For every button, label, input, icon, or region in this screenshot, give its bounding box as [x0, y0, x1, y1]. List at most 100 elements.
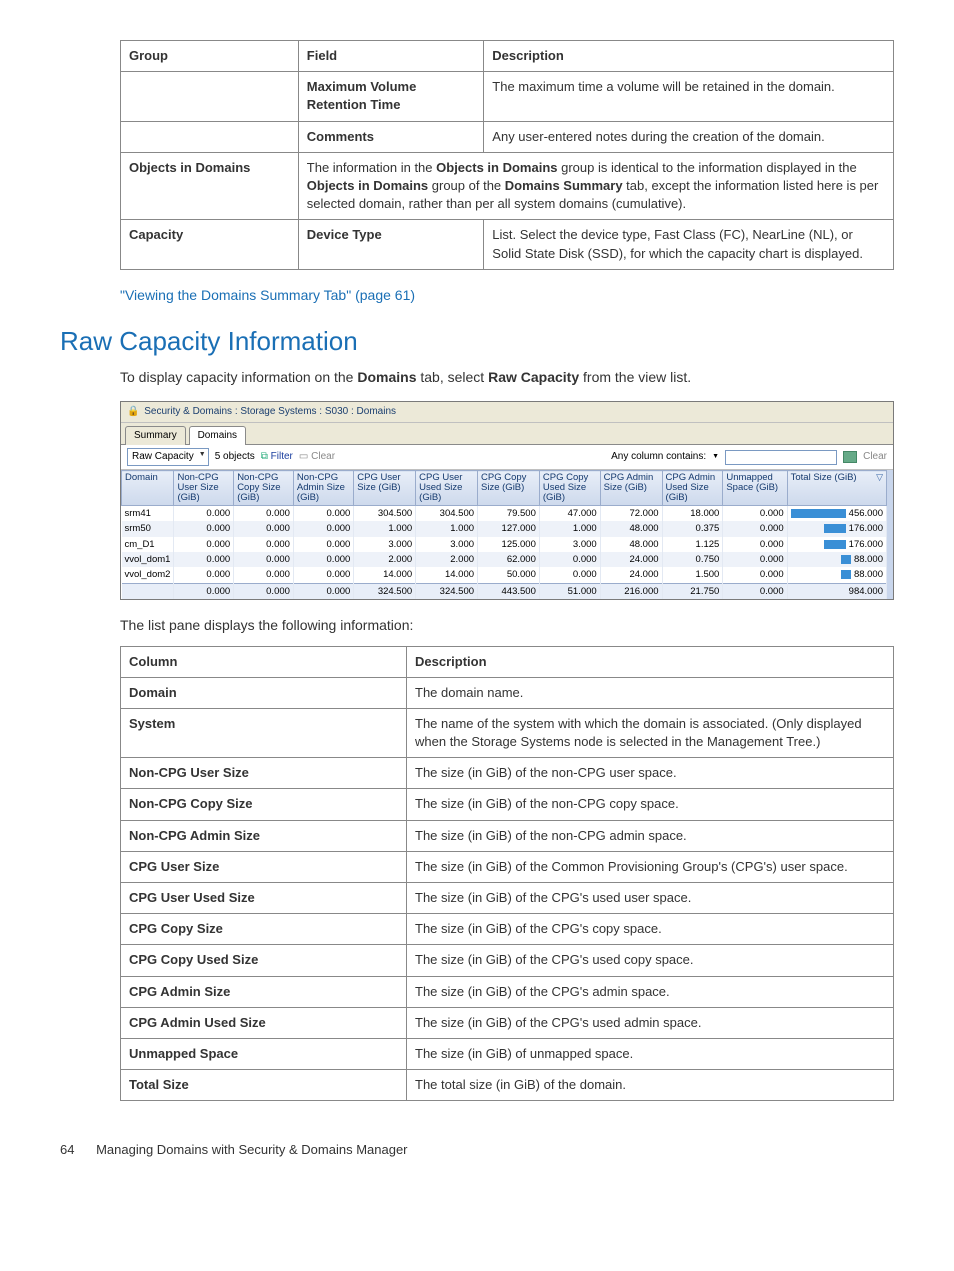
cell-desc: Any user-entered notes during the creati… — [484, 121, 894, 152]
search-label: Any column contains: — [611, 450, 706, 464]
tab-domains[interactable]: Domains — [189, 426, 246, 445]
chevron-down-icon[interactable]: ▼ — [712, 452, 719, 462]
grid-col-header[interactable]: CPG Copy Size (GiB) — [478, 471, 540, 506]
app-screenshot: 🔒 Security & Domains : Storage Systems :… — [120, 401, 894, 600]
grid-col-header[interactable]: Non-CPG User Size (GiB) — [174, 471, 234, 506]
cell-value: 304.500 — [416, 506, 478, 522]
cell-value: 0.000 — [293, 537, 353, 552]
size-bar — [841, 555, 851, 564]
cell-value: 0.000 — [174, 506, 234, 522]
cell-column-desc: The domain name. — [407, 677, 894, 708]
cell-column-desc: The size (in GiB) of unmapped space. — [407, 1038, 894, 1069]
size-bar — [791, 509, 846, 518]
footer-title: Managing Domains with Security & Domains… — [96, 1142, 407, 1157]
grid-row[interactable]: srm500.0000.0000.0001.0001.000127.0001.0… — [122, 521, 887, 536]
list-intro: The list pane displays the following inf… — [120, 616, 894, 636]
grid-row[interactable]: vvol_dom20.0000.0000.00014.00014.00050.0… — [122, 567, 887, 583]
cell-value: 0.000 — [234, 537, 294, 552]
cell-blank — [122, 583, 174, 599]
cell-value: 62.000 — [478, 552, 540, 567]
cell-column-desc: The size (in GiB) of the CPG's copy spac… — [407, 914, 894, 945]
clear-search-link[interactable]: Clear — [863, 450, 887, 464]
grid-col-header[interactable]: CPG User Size (GiB) — [354, 471, 416, 506]
cell-value: 48.000 — [600, 521, 662, 536]
size-bar — [841, 570, 851, 579]
grid-col-header[interactable]: Domain — [122, 471, 174, 506]
cell-field: Comments — [298, 121, 484, 152]
grid-row[interactable]: cm_D10.0000.0000.0003.0003.000125.0003.0… — [122, 537, 887, 552]
cell-value: 3.000 — [539, 537, 600, 552]
cell-value: 0.000 — [293, 552, 353, 567]
cell-total-value: 51.000 — [539, 583, 600, 599]
cell-value: 0.000 — [539, 567, 600, 583]
cell-column-desc: The size (in GiB) of the non-CPG user sp… — [407, 758, 894, 789]
grid-col-header[interactable]: Non-CPG Copy Size (GiB) — [234, 471, 294, 506]
lock-icon: 🔒 — [127, 406, 139, 417]
cell-value: 127.000 — [478, 521, 540, 536]
cell-domain-name: vvol_dom2 — [122, 567, 174, 583]
cell-value: 14.000 — [416, 567, 478, 583]
cell-total-value: 0.000 — [723, 583, 787, 599]
cell-value: 24.000 — [600, 552, 662, 567]
cell-column-name: Non-CPG User Size — [121, 758, 407, 789]
cell-value: 3.000 — [354, 537, 416, 552]
grid-col-header[interactable]: Total Size (GiB) — [787, 471, 886, 506]
view-dropdown[interactable]: Raw Capacity — [127, 448, 209, 466]
cell-domain-name: srm50 — [122, 521, 174, 536]
cell-total: 88.000 — [787, 552, 886, 567]
tab-summary[interactable]: Summary — [125, 426, 186, 445]
cell-value: 0.000 — [723, 521, 787, 536]
cell-value: 3.000 — [416, 537, 478, 552]
th-field: Field — [298, 41, 484, 72]
clear-filter-link[interactable]: ▭ Clear — [299, 450, 335, 464]
cell-value: 1.125 — [662, 537, 723, 552]
cell-domain-name: vvol_dom1 — [122, 552, 174, 567]
cell-column-name: CPG Admin Used Size — [121, 1007, 407, 1038]
clear-icon: ▭ — [299, 451, 308, 462]
cell-total-value: 324.500 — [416, 583, 478, 599]
cell-value: 2.000 — [354, 552, 416, 567]
cell-column-name: CPG User Size — [121, 851, 407, 882]
cross-ref-link[interactable]: "Viewing the Domains Summary Tab" (page … — [120, 286, 894, 306]
grid-col-header[interactable]: CPG Admin Used Size (GiB) — [662, 471, 723, 506]
size-bar — [824, 524, 845, 533]
cell-value: 0.000 — [174, 537, 234, 552]
cell-group: Capacity — [121, 220, 299, 269]
cell-value: 47.000 — [539, 506, 600, 522]
cell-value: 14.000 — [354, 567, 416, 583]
cell-value: 0.000 — [539, 552, 600, 567]
cell-value: 0.000 — [234, 506, 294, 522]
page-footer: 64 Managing Domains with Security & Doma… — [60, 1141, 894, 1159]
cell-total: 176.000 — [787, 521, 886, 536]
cell-value: 0.000 — [174, 567, 234, 583]
grid-col-header[interactable]: CPG Copy Used Size (GiB) — [539, 471, 600, 506]
grid-row[interactable]: vvol_dom10.0000.0000.0002.0002.00062.000… — [122, 552, 887, 567]
breadcrumb: Security & Domains : Storage Systems : S… — [144, 406, 396, 417]
cell-column-name: Total Size — [121, 1070, 407, 1101]
grid-col-header[interactable]: CPG Admin Size (GiB) — [600, 471, 662, 506]
cell-field: Device Type — [298, 220, 484, 269]
column-desc-table: Column Description DomainThe domain name… — [120, 646, 894, 1102]
grid-col-header[interactable]: CPG User Used Size (GiB) — [416, 471, 478, 506]
cell-column-desc: The size (in GiB) of the CPG's admin spa… — [407, 976, 894, 1007]
search-input[interactable] — [725, 450, 837, 465]
grid-col-header[interactable]: Non-CPG Admin Size (GiB) — [293, 471, 353, 506]
grid-row[interactable]: srm410.0000.0000.000304.500304.50079.500… — [122, 506, 887, 522]
cell-value: 50.000 — [478, 567, 540, 583]
cell-group — [121, 72, 299, 121]
cell-value: 24.000 — [600, 567, 662, 583]
cell-value: 0.000 — [723, 506, 787, 522]
tab-bar: Summary Domains — [121, 423, 893, 444]
filter-link[interactable]: ⧉ Filter — [261, 450, 293, 464]
window-title: 🔒 Security & Domains : Storage Systems :… — [121, 402, 893, 423]
cell-field: Maximum Volume Retention Time — [298, 72, 484, 121]
th-desc: Description — [484, 41, 894, 72]
columns-icon[interactable] — [843, 451, 857, 463]
cell-value: 18.000 — [662, 506, 723, 522]
grid-col-header[interactable]: Unmapped Space (GiB) — [723, 471, 787, 506]
cell-column-name: Non-CPG Admin Size — [121, 820, 407, 851]
cell-total: 456.000 — [787, 506, 886, 522]
cell-value: 0.000 — [234, 521, 294, 536]
cell-group: Objects in Domains — [121, 152, 299, 220]
cell-value: 48.000 — [600, 537, 662, 552]
